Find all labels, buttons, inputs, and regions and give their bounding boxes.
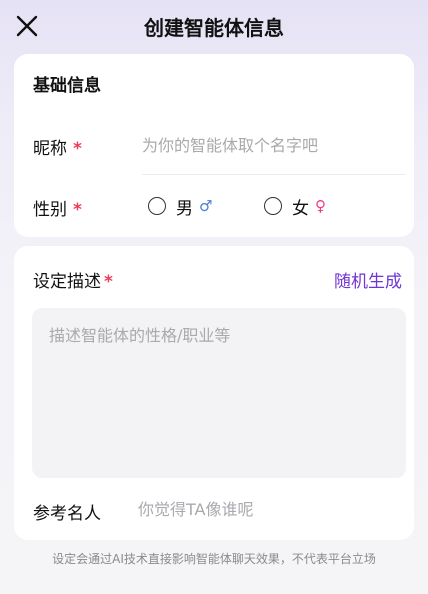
basic-info-title: 基础信息 — [33, 76, 101, 96]
gender-male-label: 男 — [176, 198, 193, 219]
gender-option-female[interactable]: 女 ♀ — [264, 195, 326, 219]
nickname-input[interactable] — [142, 130, 404, 160]
reference-label: 参考名人 — [33, 504, 101, 524]
disclaimer-text: 设定会通过AI技术直接影响智能体聊天效果，不代表平台立场 — [52, 552, 376, 566]
basic-info-card: 基础信息 昵称* 性别* 男 ♂ 女 ♀ — [14, 54, 414, 237]
header-bar: 创建智能体信息 — [0, 0, 428, 52]
nickname-divider — [142, 174, 406, 175]
male-icon: ♂ — [199, 196, 213, 215]
reference-input[interactable] — [138, 494, 404, 524]
nickname-label: 昵称 * — [33, 139, 82, 159]
radio-button[interactable] — [264, 197, 282, 215]
required-mark: * — [73, 139, 82, 159]
radio-button[interactable] — [148, 197, 166, 215]
female-icon: ♀ — [315, 196, 326, 215]
random-generate-button[interactable]: 随机生成 — [334, 267, 402, 292]
description-textarea[interactable] — [32, 308, 406, 478]
gender-label: 性别 * — [33, 200, 82, 220]
description-label: 设定描述 * — [33, 272, 113, 292]
page-title: 创建智能体信息 — [144, 16, 284, 40]
required-mark: * — [73, 200, 82, 220]
required-mark: * — [104, 272, 113, 292]
description-card: 设定描述* 随机生成 参考名人 — [14, 246, 414, 540]
gender-female-label: 女 — [292, 198, 309, 219]
gender-option-male[interactable]: 男 ♂ — [148, 195, 213, 219]
